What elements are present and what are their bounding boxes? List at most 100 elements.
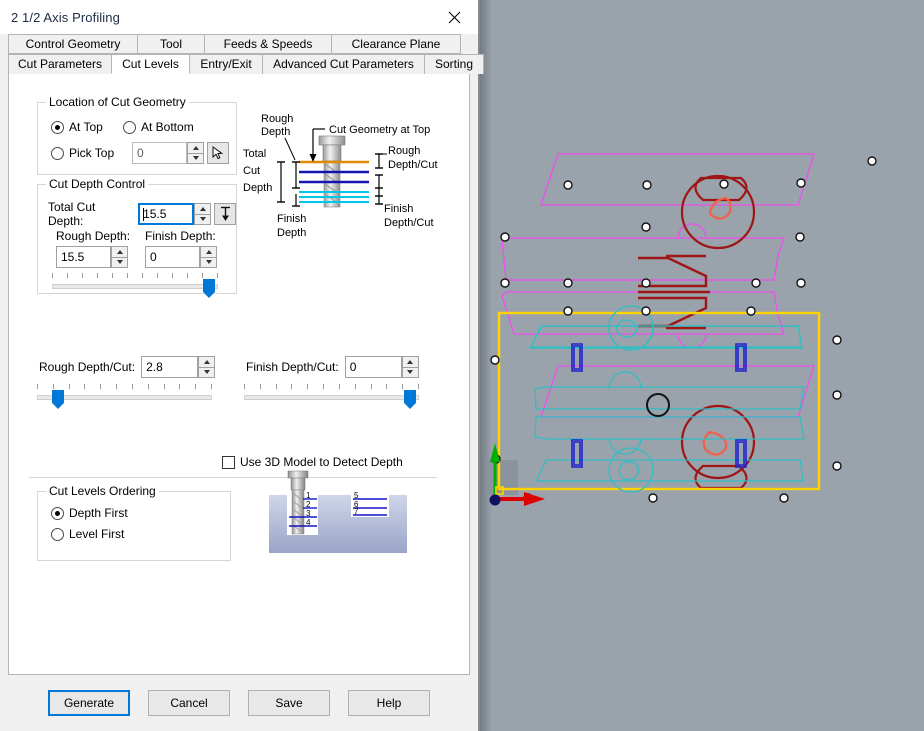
cad-geometry — [478, 0, 924, 731]
rough-depth-cut-slider-thumb[interactable] — [52, 390, 64, 409]
rough-depth-cut-row: Rough Depth/Cut: 2.8 — [39, 356, 216, 378]
ordering-group-legend: Cut Levels Ordering — [46, 484, 159, 498]
pick-cursor-icon[interactable] — [207, 142, 229, 164]
rough-depth-cut-slider-ticks — [37, 384, 212, 390]
diagram-finish-2: Depth — [277, 227, 306, 239]
order-level-1: 1 — [306, 491, 311, 500]
radio-level-first[interactable]: Level First — [51, 527, 124, 541]
diagram-fdc-1: Finish — [384, 203, 413, 215]
use-3d-model-checkbox[interactable]: Use 3D Model to Detect Depth — [222, 455, 403, 469]
radio-depth-first[interactable]: Depth First — [51, 506, 128, 520]
dialog-button-bar: Generate Cancel Save Help — [0, 675, 478, 731]
total-cut-depth-spinner-down[interactable] — [194, 213, 211, 225]
finish-depth-cut-input[interactable]: 0 — [344, 356, 402, 378]
finish-depth-input[interactable]: 0 — [145, 246, 200, 268]
finish-depth-spinner-down[interactable] — [200, 256, 217, 268]
cad-viewport[interactable] — [478, 0, 924, 731]
total-cut-depth-spinner[interactable] — [194, 203, 211, 225]
radio-depth-first-indicator — [51, 506, 64, 520]
use-3d-model-label: Use 3D Model to Detect Depth — [240, 455, 403, 469]
pick-top-spinner-up[interactable] — [187, 142, 204, 153]
location-of-cut-geometry-group: Location of Cut Geometry At Top At Botto… — [37, 95, 237, 175]
tab-advanced-cut-parameters[interactable]: Advanced Cut Parameters — [262, 54, 425, 74]
diagram-total-3: Depth — [243, 182, 272, 194]
diagram-finish-1: Finish — [277, 213, 306, 225]
rough-depth-spinner-up[interactable] — [111, 246, 128, 257]
radio-pick-top-label: Pick Top — [69, 146, 115, 160]
use-3d-model-checkbox-box — [222, 455, 235, 469]
rough-depth-spinner-down[interactable] — [111, 256, 128, 268]
radio-at-bottom-indicator — [123, 120, 136, 134]
total-cut-depth-input[interactable]: 15.5 — [138, 203, 194, 225]
finish-depth-cut-row: Finish Depth/Cut: 0 — [246, 356, 419, 378]
finish-depth-label: Finish Depth: — [145, 229, 216, 243]
finish-depth-cut-label: Finish Depth/Cut: — [246, 360, 339, 374]
radio-at-top-label: At Top — [69, 120, 103, 134]
total-depth-slider-track — [52, 284, 218, 289]
dialog-title: 2 1/2 Axis Profiling — [11, 9, 120, 25]
dialog-titlebar: 2 1/2 Axis Profiling — [0, 0, 478, 34]
finish-depth-cut-spinner[interactable] — [401, 356, 419, 378]
finish-depth-cut-spinner-down[interactable] — [401, 366, 419, 378]
radio-at-top[interactable]: At Top — [51, 120, 103, 134]
finish-depth-cut-spinner-up[interactable] — [401, 356, 419, 367]
diagram-rough-2: Depth — [261, 126, 290, 138]
rough-depth-cut-label: Rough Depth/Cut: — [39, 360, 136, 374]
total-depth-slider[interactable] — [52, 273, 218, 298]
tab-control-geometry[interactable]: Control Geometry — [8, 34, 138, 54]
tabstrip: Control Geometry Tool Feeds & Speeds Cle… — [0, 34, 484, 74]
tab-row-1: Control Geometry Tool Feeds & Speeds Cle… — [8, 34, 470, 54]
save-button[interactable]: Save — [248, 690, 330, 716]
diagram-rdc-2: Depth/Cut — [388, 159, 438, 171]
generate-button[interactable]: Generate — [48, 690, 130, 716]
radio-depth-first-label: Depth First — [69, 506, 128, 520]
diagram-rdc-1: Rough — [388, 145, 420, 157]
rough-depth-cut-spinner-down[interactable] — [198, 366, 216, 378]
total-cut-depth-label: Total Cut Depth: — [48, 200, 96, 228]
radio-pick-top[interactable]: Pick Top — [51, 146, 114, 160]
diagram-total-2: Cut — [243, 165, 260, 177]
profiling-dialog: 2 1/2 Axis Profiling Control Geometry To… — [0, 0, 484, 731]
total-cut-depth-spinner-up[interactable] — [194, 203, 211, 214]
rough-depth-cut-spinner-up[interactable] — [198, 356, 216, 367]
order-level-7: 7 — [354, 507, 359, 516]
tab-feeds-speeds[interactable]: Feeds & Speeds — [204, 34, 332, 54]
tab-entry-exit[interactable]: Entry/Exit — [189, 54, 263, 74]
pick-top-spinner[interactable] — [187, 142, 204, 164]
cut-depth-control-group: Cut Depth Control Total Cut Depth: 15.5 — [37, 177, 237, 298]
cancel-button[interactable]: Cancel — [148, 690, 230, 716]
rough-depth-spinner[interactable] — [111, 246, 128, 268]
rough-depth-cut-input[interactable]: 2.8 — [141, 356, 199, 378]
total-depth-slider-thumb[interactable] — [203, 279, 215, 298]
rough-depth-label: Rough Depth: — [56, 229, 131, 243]
cut-levels-ordering-diagram: 1 2 3 4 5 6 7 — [269, 470, 407, 553]
diagram-fdc-2: Depth/Cut — [384, 217, 434, 229]
pick-top-spinner-down[interactable] — [187, 152, 204, 164]
cut-depth-group-legend: Cut Depth Control — [46, 177, 149, 191]
rough-depth-cut-slider[interactable] — [37, 384, 212, 409]
tab-cut-parameters[interactable]: Cut Parameters — [8, 54, 112, 74]
tab-tool[interactable]: Tool — [137, 34, 205, 54]
rough-depth-cut-spinner[interactable] — [198, 356, 216, 378]
cut-depth-diagram: Cut Geometry at Top Total Cut Depth Roug… — [243, 113, 438, 239]
finish-depth-cut-slider-thumb[interactable] — [404, 390, 416, 409]
help-button[interactable]: Help — [348, 690, 430, 716]
tab-cut-levels[interactable]: Cut Levels — [111, 54, 190, 74]
finish-depth-cut-slider-track — [244, 395, 419, 400]
tab-clearance-plane[interactable]: Clearance Plane — [331, 34, 461, 54]
radio-at-top-indicator — [51, 120, 64, 134]
finish-depth-spinner[interactable] — [200, 246, 217, 268]
depth-measure-icon[interactable] — [214, 203, 236, 225]
radio-at-bottom[interactable]: At Bottom — [123, 120, 194, 134]
finish-depth-spinner-up[interactable] — [200, 246, 217, 257]
finish-depth-cut-slider[interactable] — [244, 384, 419, 409]
diagram-cut-geometry-at-top: Cut Geometry at Top — [329, 124, 430, 136]
radio-pick-top-indicator — [51, 146, 64, 160]
cut-levels-ordering-group: Cut Levels Ordering Depth First Level Fi… — [37, 484, 231, 561]
rough-depth-input[interactable]: 15.5 — [56, 246, 111, 268]
pick-top-input[interactable]: 0 — [132, 142, 187, 164]
tab-sorting[interactable]: Sorting — [424, 54, 484, 74]
diagram-rough-1: Rough — [261, 113, 293, 125]
close-icon[interactable] — [432, 1, 476, 33]
order-level-5: 5 — [354, 491, 359, 500]
